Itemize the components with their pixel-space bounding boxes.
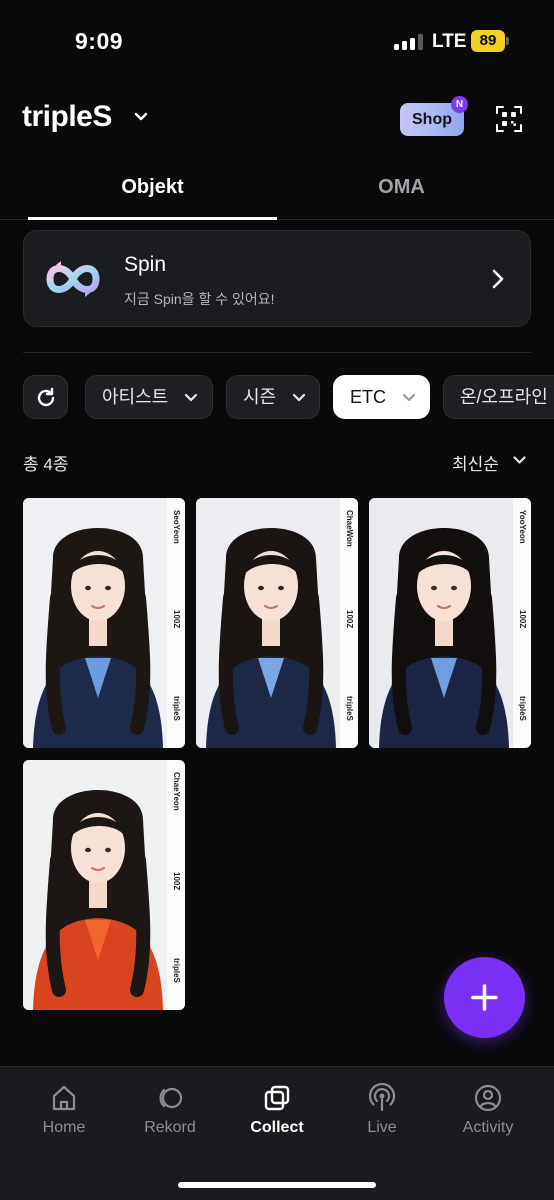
card-number: 100Z — [345, 610, 354, 629]
card-member-name: SeoYeon — [172, 510, 181, 544]
spin-banner[interactable]: Spin 지금 Spin을 할 수 있어요! — [23, 230, 531, 327]
filter-artist[interactable]: 아티스트 — [85, 375, 213, 419]
nav-live-label: Live — [367, 1119, 397, 1136]
card-member-name: YooYeon — [518, 510, 527, 544]
chevron-right-icon — [492, 269, 504, 289]
signal-icon — [394, 34, 424, 50]
filter-bar: 아티스트 시즌 ETC 온/오프라인 — [0, 375, 554, 419]
chevron-down-icon[interactable] — [134, 112, 148, 122]
filter-season-label: 시즌 — [243, 387, 277, 407]
spin-icon — [46, 261, 100, 297]
member-photo — [23, 760, 173, 1010]
objekt-card[interactable]: ChaeWon 100Z tripleS — [196, 498, 358, 748]
card-group-name: tripleS — [172, 696, 181, 721]
nav-activity-label: Activity — [462, 1119, 514, 1136]
nav-rekord[interactable]: Rekord — [120, 1083, 220, 1137]
nav-home[interactable]: Home — [14, 1083, 114, 1137]
group-selector[interactable]: tripleS — [22, 100, 112, 134]
nav-collect[interactable]: Collect — [227, 1083, 327, 1137]
battery-icon: 89 — [471, 30, 509, 52]
member-photo — [196, 498, 346, 748]
qr-scan-icon[interactable] — [496, 106, 522, 132]
refresh-filter-button[interactable] — [23, 375, 68, 419]
active-tab-indicator — [28, 217, 277, 220]
home-indicator — [178, 1182, 376, 1188]
battery-level: 89 — [471, 30, 505, 52]
rekord-icon — [159, 1087, 183, 1109]
section-divider — [23, 352, 531, 353]
refresh-icon — [37, 387, 55, 407]
spin-title: Spin — [124, 253, 167, 276]
chevron-down-icon — [184, 393, 198, 402]
card-number: 100Z — [172, 872, 181, 891]
live-icon — [368, 1083, 396, 1112]
nav-collect-label: Collect — [250, 1119, 304, 1136]
card-group-name: tripleS — [345, 696, 354, 721]
card-group-name: tripleS — [518, 696, 527, 721]
objekt-card[interactable]: ChaeYeon 100Z tripleS — [23, 760, 185, 1010]
card-member-name: ChaeYeon — [172, 772, 181, 811]
card-member-name: ChaeWon — [345, 510, 354, 547]
add-objekt-button[interactable] — [444, 957, 525, 1038]
filter-online-offline[interactable]: 온/오프라인 — [443, 375, 554, 419]
objekt-card[interactable]: YooYeon 100Z tripleS — [369, 498, 531, 748]
filter-online-offline-label: 온/오프라인 — [460, 387, 548, 407]
nav-home-label: Home — [42, 1119, 86, 1136]
tab-oma[interactable]: OMA — [277, 176, 526, 199]
spin-subtitle: 지금 Spin을 할 수 있어요! — [124, 291, 275, 307]
status-time: 9:09 — [75, 28, 124, 54]
sort-dropdown[interactable]: 최신순 — [452, 450, 499, 475]
filter-etc-label: ETC — [350, 387, 386, 407]
objekt-card[interactable]: SeoYeon 100Z tripleS — [23, 498, 185, 748]
status-bar: 9:09 LTE 89 — [0, 0, 554, 84]
objekt-count: 총 4종 — [23, 455, 69, 474]
collect-icon — [264, 1085, 290, 1111]
member-photo — [369, 498, 519, 748]
nav-live[interactable]: Live — [332, 1083, 432, 1137]
filter-artist-label: 아티스트 — [102, 387, 169, 407]
chevron-down-icon[interactable] — [513, 456, 526, 465]
activity-icon — [474, 1084, 502, 1112]
card-group-name: tripleS — [172, 958, 181, 983]
home-icon — [52, 1085, 76, 1111]
new-badge: N — [451, 96, 468, 113]
filter-season[interactable]: 시즌 — [226, 375, 320, 419]
filter-etc[interactable]: ETC — [333, 375, 430, 419]
plus-icon — [471, 984, 498, 1011]
nav-rekord-label: Rekord — [144, 1119, 196, 1136]
app-header: tripleS Shop N — [0, 96, 554, 146]
nav-activity[interactable]: Activity — [438, 1083, 538, 1137]
chevron-down-icon — [402, 393, 416, 402]
chevron-down-icon — [292, 393, 306, 402]
card-number: 100Z — [518, 610, 527, 629]
network-label: LTE — [432, 31, 467, 52]
tab-objekt[interactable]: Objekt — [28, 176, 277, 199]
objekt-tabs: Objekt OMA — [0, 160, 554, 220]
member-photo — [23, 498, 173, 748]
card-number: 100Z — [172, 610, 181, 629]
bottom-nav: Home Rekord Collect Live Activity — [0, 1066, 554, 1200]
